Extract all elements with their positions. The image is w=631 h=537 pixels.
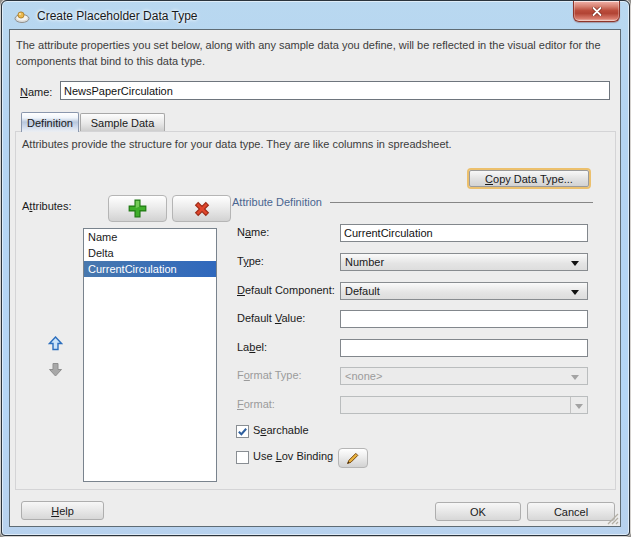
label-label: Label: <box>237 341 267 353</box>
close-button[interactable] <box>573 1 620 22</box>
chevron-down-icon <box>571 261 579 266</box>
format-label: Format: <box>237 398 275 410</box>
searchable-checkbox[interactable] <box>236 425 249 438</box>
default-value-label: Default Value: <box>237 312 305 324</box>
attributes-list[interactable]: Name Delta CurrentCirculation <box>83 228 217 482</box>
format-select <box>340 396 588 414</box>
attributes-label: Attributes: <box>22 200 72 212</box>
close-icon <box>592 7 602 16</box>
list-item[interactable]: Delta <box>84 245 216 261</box>
description-line2: components that bind to this data type. <box>16 53 616 69</box>
chevron-down-icon <box>571 290 579 295</box>
dialog-description: The attribute properties you set below, … <box>16 37 616 69</box>
default-component-select[interactable]: Default <box>340 282 588 300</box>
name-label: Name: <box>20 86 52 98</box>
data-type-icon <box>14 8 30 24</box>
list-item-selected[interactable]: CurrentCirculation <box>84 261 216 277</box>
use-lov-binding-checkbox[interactable] <box>236 451 249 464</box>
format-type-label: Format Type: <box>237 369 302 381</box>
attr-name-label: Name: <box>237 226 269 238</box>
definition-tab-panel: Attributes provide the structure for you… <box>15 131 616 490</box>
attributes-intro-text: Attributes provide the structure for you… <box>22 138 452 150</box>
searchable-label: Searchable <box>253 424 309 436</box>
move-down-button[interactable] <box>48 362 64 378</box>
add-attribute-button[interactable] <box>108 195 167 222</box>
attr-name-input[interactable] <box>340 224 588 242</box>
arrow-up-icon <box>48 336 63 351</box>
plus-icon <box>127 198 148 219</box>
name-input[interactable] <box>60 81 610 100</box>
default-value-input[interactable] <box>340 310 588 328</box>
move-up-button[interactable] <box>48 336 64 352</box>
use-lov-binding-label: Use Lov Binding <box>253 450 333 462</box>
list-item[interactable]: Name <box>84 229 216 245</box>
copy-data-type-focus-ring: Copy Data Type... <box>467 168 591 189</box>
dialog-body: The attribute properties you set below, … <box>9 29 621 527</box>
default-component-value: Default <box>345 285 380 297</box>
tab-definition[interactable]: Definition <box>21 112 79 132</box>
resize-grip[interactable] <box>606 512 619 525</box>
type-select-value: Number <box>345 256 384 268</box>
dropdown-arrow-box <box>570 397 587 413</box>
chevron-down-icon <box>575 404 583 409</box>
window-title: Create Placeholder Data Type <box>37 9 198 23</box>
arrow-down-icon <box>48 362 63 377</box>
description-line1: The attribute properties you set below, … <box>16 37 616 53</box>
ok-button[interactable]: OK <box>435 502 521 521</box>
type-select[interactable]: Number <box>340 253 588 271</box>
tab-sample-data-label: Sample Data <box>91 117 155 129</box>
attribute-definition-title: Attribute Definition <box>232 196 322 208</box>
chevron-down-icon <box>571 375 579 380</box>
copy-data-type-button[interactable]: Copy Data Type... <box>469 170 589 187</box>
check-icon <box>237 426 248 437</box>
tab-sample-data[interactable]: Sample Data <box>80 113 165 132</box>
type-label: Type: <box>237 255 264 267</box>
delete-x-icon <box>191 198 213 220</box>
format-type-value: <none> <box>345 370 382 382</box>
attribute-definition-section: Attribute Definition <box>232 195 593 209</box>
section-rule <box>330 202 593 203</box>
edit-lov-button[interactable] <box>338 448 368 468</box>
help-button[interactable]: Help <box>21 501 104 520</box>
delete-attribute-button[interactable] <box>172 195 231 222</box>
cancel-button[interactable]: Cancel <box>527 502 615 521</box>
label-input[interactable] <box>340 339 588 357</box>
tab-definition-label: Definition <box>27 117 73 129</box>
pencil-icon <box>345 450 361 466</box>
default-component-label: Default Component: <box>237 284 335 296</box>
format-type-select: <none> <box>340 367 588 385</box>
